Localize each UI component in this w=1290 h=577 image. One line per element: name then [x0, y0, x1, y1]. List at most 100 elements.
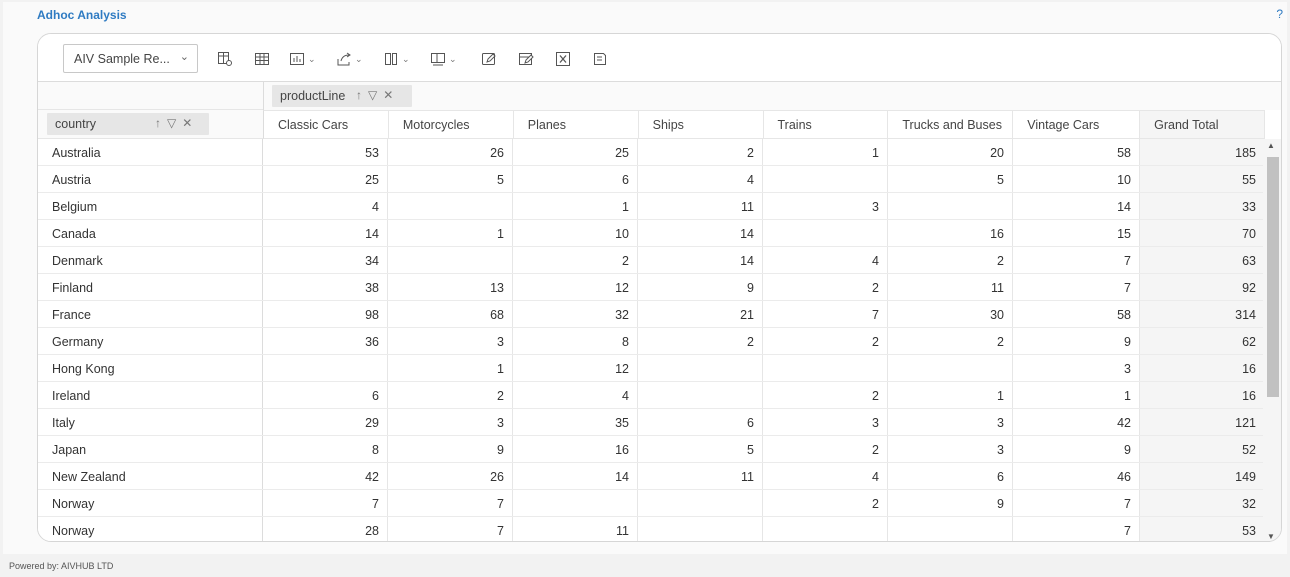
columns-icon[interactable]: ⌄	[383, 48, 410, 70]
table-cell	[513, 490, 638, 516]
row-field-label: country	[55, 117, 96, 131]
export-icon[interactable]: ⌄	[336, 48, 363, 70]
table-cell: 25	[513, 139, 638, 165]
table-row: Norway 28 7 11 7 53	[38, 517, 1265, 541]
sort-up-icon[interactable]: ↑	[155, 116, 161, 130]
table-cell: 3	[888, 409, 1013, 435]
column-header[interactable]: Motorcycles	[389, 111, 514, 138]
table-cell: 1	[388, 220, 513, 246]
scroll-down-icon[interactable]: ▼	[1267, 532, 1275, 541]
table-cell: 68	[388, 301, 513, 327]
table-cell: 14	[263, 220, 388, 246]
table-cell: 4	[513, 382, 638, 408]
help-icon[interactable]: ?	[1276, 7, 1283, 21]
grand-total-cell: 16	[1140, 355, 1265, 381]
table-cell: 20	[888, 139, 1013, 165]
row-header: Norway	[38, 517, 263, 541]
table-cell: 28	[263, 517, 388, 541]
page-container: Adhoc Analysis ? AIV Sample Re... ⌄ ⌄ ⌄	[3, 2, 1287, 554]
page-title: Adhoc Analysis	[37, 8, 127, 22]
table-cell: 2	[638, 139, 763, 165]
table-cell: 35	[513, 409, 638, 435]
table-cell: 7	[1013, 517, 1140, 541]
excel-icon[interactable]	[555, 48, 571, 70]
table-cell: 5	[388, 166, 513, 192]
scroll-up-icon[interactable]: ▲	[1267, 141, 1275, 150]
table-cell: 11	[513, 517, 638, 541]
filter-zone	[38, 82, 263, 110]
vertical-scrollbar[interactable]: ▲ ▼	[1263, 139, 1281, 541]
grand-total-cell: 33	[1140, 193, 1265, 219]
table-cell: 1	[513, 193, 638, 219]
column-header-row: Classic Cars Motorcycles Planes Ships Trains…	[263, 110, 1265, 139]
row-field-chip[interactable]: country ↑ ▽ ✕	[47, 113, 209, 135]
filter-icon[interactable]: ▽	[167, 116, 176, 130]
table-cell: 8	[263, 436, 388, 462]
table-cell: 6	[263, 382, 388, 408]
row-header: Australia	[38, 139, 263, 165]
filter-icon[interactable]: ▽	[368, 88, 377, 102]
table-cell: 9	[1013, 436, 1140, 462]
table-cell	[388, 247, 513, 273]
table-cell: 4	[638, 166, 763, 192]
save-icon[interactable]	[592, 48, 608, 70]
column-header[interactable]: Planes	[514, 111, 639, 138]
table-row: Finland 38 13 12 9 2 11 7 92	[38, 274, 1265, 301]
edit-icon[interactable]	[481, 48, 497, 70]
table-cell: 2	[888, 328, 1013, 354]
chart-icon[interactable]: ⌄	[289, 48, 316, 70]
edit-alt-icon[interactable]	[518, 48, 534, 70]
table-cell	[638, 490, 763, 516]
row-header: France	[38, 301, 263, 327]
table-cell: 2	[763, 328, 888, 354]
table-settings-icon[interactable]	[217, 48, 233, 70]
row-field-zone: country ↑ ▽ ✕	[38, 110, 263, 139]
column-field-chip[interactable]: productLine ↑ ▽ ✕	[272, 85, 412, 107]
table-cell: 11	[638, 463, 763, 489]
column-header[interactable]: Grand Total	[1140, 111, 1265, 138]
table-cell: 14	[1013, 193, 1140, 219]
table-cell: 5	[888, 166, 1013, 192]
layout-icon[interactable]: ⌄	[430, 48, 457, 70]
column-header[interactable]: Trains	[764, 111, 889, 138]
close-icon[interactable]: ✕	[383, 88, 393, 102]
table-cell: 6	[638, 409, 763, 435]
column-header[interactable]: Ships	[639, 111, 764, 138]
column-header[interactable]: Trucks and Buses	[888, 111, 1014, 138]
table-cell: 2	[888, 247, 1013, 273]
report-select[interactable]: AIV Sample Re... ⌄	[63, 44, 198, 73]
table-cell: 1	[888, 382, 1013, 408]
chevron-down-icon: ⌄	[355, 53, 363, 64]
table-cell: 3	[888, 436, 1013, 462]
table-cell: 7	[763, 301, 888, 327]
column-header[interactable]: Vintage Cars	[1013, 111, 1141, 138]
column-field-label: productLine	[280, 89, 346, 103]
table-cell	[263, 355, 388, 381]
table-cell: 21	[638, 301, 763, 327]
table-cell	[888, 355, 1013, 381]
table-cell: 3	[763, 193, 888, 219]
table-cell: 6	[513, 166, 638, 192]
table-cell: 1	[1013, 382, 1140, 408]
table-cell	[763, 355, 888, 381]
table-cell: 38	[263, 274, 388, 300]
scrollbar-thumb[interactable]	[1267, 157, 1279, 397]
report-select-value: AIV Sample Re...	[74, 52, 170, 66]
table-cell: 34	[263, 247, 388, 273]
sort-up-icon[interactable]: ↑	[356, 88, 362, 102]
toolbar: AIV Sample Re... ⌄ ⌄ ⌄ ⌄ ⌄	[38, 34, 1281, 82]
table-cell: 7	[1013, 247, 1140, 273]
table-cell: 7	[1013, 490, 1140, 516]
table-cell: 7	[263, 490, 388, 516]
table-icon[interactable]	[254, 48, 270, 70]
table-cell: 12	[513, 274, 638, 300]
row-header: New Zealand	[38, 463, 263, 489]
table-cell	[888, 193, 1013, 219]
table-cell: 1	[388, 355, 513, 381]
table-row: France 98 68 32 21 7 30 58 314	[38, 301, 1265, 328]
close-icon[interactable]: ✕	[182, 116, 192, 130]
table-cell: 4	[763, 463, 888, 489]
column-header[interactable]: Classic Cars	[264, 111, 389, 138]
grand-total-cell: 121	[1140, 409, 1265, 435]
pivot-grid: productLine ↑ ▽ ✕ country ↑ ▽ ✕ Classic …	[38, 82, 1281, 541]
